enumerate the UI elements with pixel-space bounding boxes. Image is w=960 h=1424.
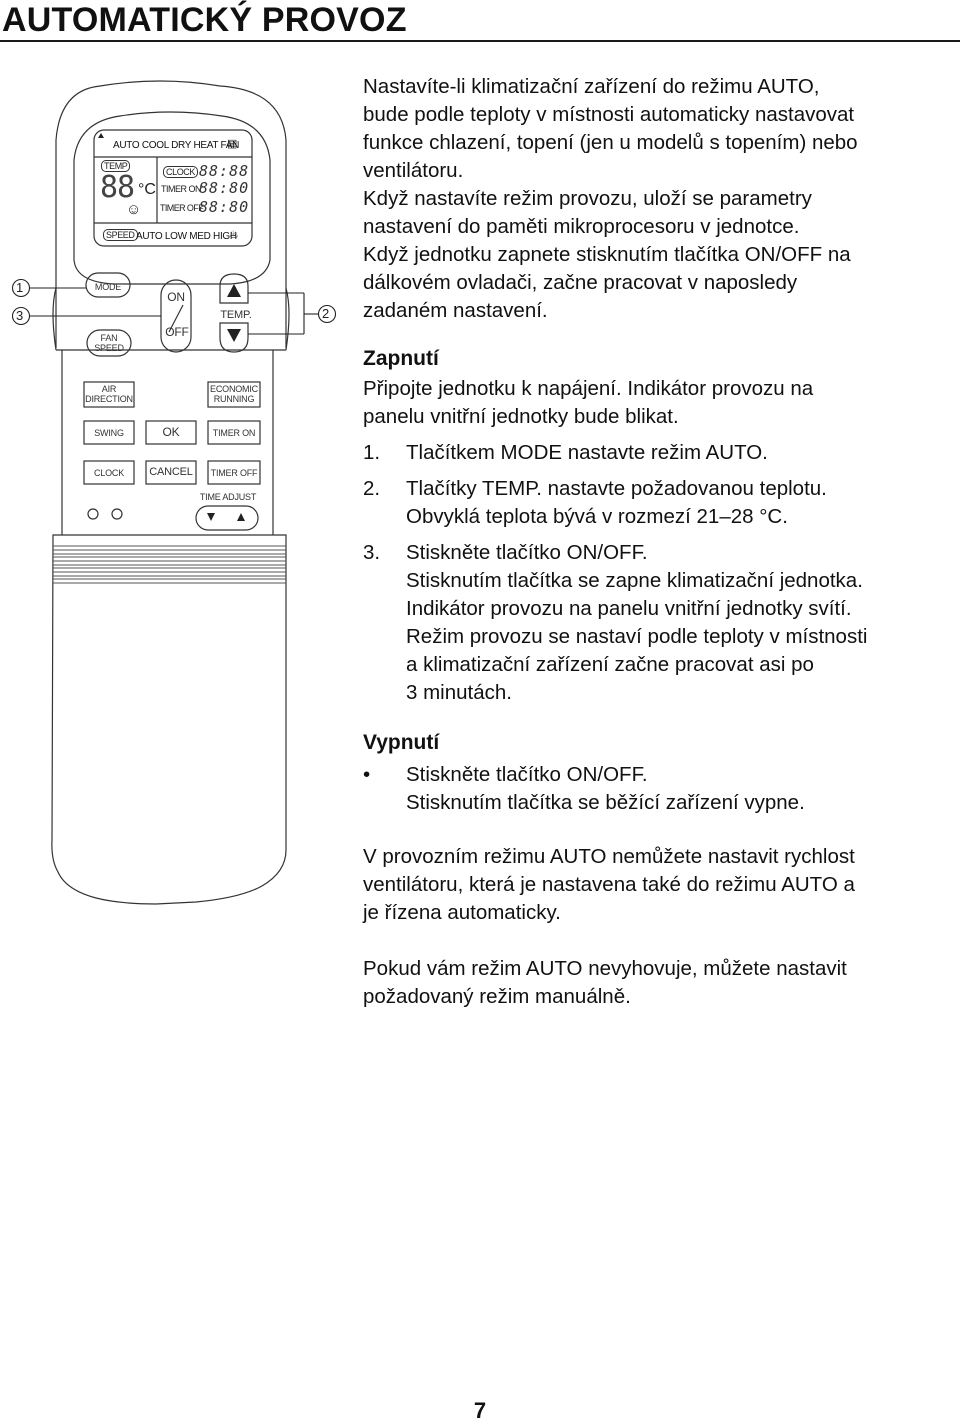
- instructions-column: Nastavíte-li klimatizační zařízení do re…: [363, 73, 958, 1011]
- economic-running-label-1: ECONOMIC: [210, 384, 258, 394]
- lcd-timer-on-digits: 88:80: [199, 179, 250, 197]
- page-number: 7: [473, 1398, 487, 1423]
- section-heading-on: Zapnutí: [363, 347, 439, 370]
- step-line: 3 minutách.: [406, 681, 512, 704]
- lcd-temp-digits: 88: [100, 170, 135, 205]
- off-list: • Stiskněte tlačítko ON/OFF. Stisknutím …: [363, 761, 958, 817]
- title-underline: [0, 40, 960, 42]
- intro-paragraph: Nastavíte-li klimatizační zařízení do re…: [363, 73, 958, 325]
- page-title: AUTOMATICKÝ PROVOZ: [2, 1, 407, 39]
- step-number: 3.: [363, 541, 381, 564]
- note-line: je řízena automaticky.: [363, 901, 561, 924]
- step-item: 3. Stiskněte tlačítko ON/OFF. Stisknutím…: [363, 539, 958, 707]
- intro-line: zadaném nastavení.: [363, 299, 548, 322]
- lead-line: panelu vnitřní jednotky bude blikat.: [363, 405, 679, 428]
- mode-button[interactable]: MODE: [86, 282, 130, 292]
- step-number: 1.: [363, 441, 381, 464]
- note-line: ventilátoru, která je nastavena také do …: [363, 873, 855, 896]
- note-line: Pokud vám režim AUTO nevyhovuje, můžete …: [363, 957, 847, 980]
- air-direction-label-2: DIRECTION: [85, 394, 133, 404]
- step-line: Obvyklá teplota bývá v rozmezí 21–28 °C.: [406, 505, 788, 528]
- step-line: a klimatizační zařízení začne pracovat a…: [406, 653, 814, 676]
- fan-speed-note: V provozním režimu AUTO nemůžete nastavi…: [363, 843, 958, 927]
- remote-control-illustration: AUTO COOL DRY HEAT FAN ▤ TEMP 88 °C ☺ CL…: [0, 60, 350, 1020]
- intro-line: nastavení do paměti mikroprocesoru v jed…: [363, 215, 800, 238]
- off-button[interactable]: OFF: [161, 326, 193, 338]
- lcd-speed-row: AUTO LOW MED HIGH: [136, 231, 237, 242]
- step-item: 1. Tlačítkem MODE nastavte režim AUTO.: [363, 439, 958, 467]
- lcd-temp-unit: °C: [138, 181, 156, 198]
- callout-3: 3: [16, 308, 24, 323]
- intro-line: ventilátoru.: [363, 159, 464, 182]
- swing-button[interactable]: SWING: [84, 428, 134, 438]
- intro-line: dálkovém ovladači, začne pracovat v napo…: [363, 271, 798, 294]
- lcd-clock-tag: CLOCK: [163, 166, 199, 178]
- cancel-button[interactable]: CANCEL: [146, 467, 196, 478]
- intro-line: Nastavíte-li klimatizační zařízení do re…: [363, 75, 820, 98]
- ok-button[interactable]: OK: [146, 426, 196, 438]
- temp-up-arrow-icon: [227, 284, 241, 297]
- on-button[interactable]: ON: [161, 291, 191, 303]
- lcd-mode-row: AUTO COOL DRY HEAT FAN: [113, 140, 240, 151]
- lcd-timer-off-digits: 88:80: [199, 198, 250, 216]
- air-direction-label-1: AIR: [101, 384, 117, 394]
- time-adjust-label: TIME ADJUST: [199, 492, 257, 502]
- lead-line: Připojte jednotku k napájení. Indikátor …: [363, 377, 814, 400]
- step-line: Tlačítkem MODE nastavte režim AUTO.: [406, 441, 768, 464]
- step-line: Stisknutím tlačítka se zapne klimatizačn…: [406, 569, 863, 592]
- lcd-timer-on-label: TIMER ON: [161, 184, 202, 194]
- time-down-arrow-icon: [207, 513, 215, 521]
- mode-pointer-icon: [98, 133, 104, 138]
- note-line: požadovaný režim manuálně.: [363, 985, 631, 1008]
- callout-2: 2: [322, 306, 330, 321]
- fan-speed-label-1: FAN: [100, 333, 118, 343]
- lcd-speed-tag: SPEED: [103, 229, 138, 241]
- step-line: Tlačítky TEMP. nastavte požadovanou tepl…: [406, 477, 827, 500]
- step-line: Stiskněte tlačítko ON/OFF.: [406, 541, 648, 564]
- step-number: 2.: [363, 477, 381, 500]
- intro-line: bude podle teploty v místnosti automatic…: [363, 103, 855, 126]
- intro-line: funkce chlazení, topení (jen u modelů s …: [363, 131, 858, 154]
- fan-speed-button[interactable]: FAN SPEED: [87, 333, 131, 353]
- timer-on-button[interactable]: TIMER ON: [208, 428, 260, 438]
- steps-list: 1. Tlačítkem MODE nastavte režim AUTO. 2…: [363, 439, 958, 707]
- note-line: V provozním režimu AUTO nemůžete nastavi…: [363, 845, 855, 868]
- lcd-clock-digits: 88:88: [199, 162, 250, 180]
- callout-1: 1: [16, 280, 24, 295]
- bullet-icon: •: [363, 763, 371, 786]
- off-line: Stiskněte tlačítko ON/OFF.: [406, 763, 648, 786]
- smiley-icon: ☺: [126, 201, 142, 218]
- clock-button[interactable]: CLOCK: [84, 468, 134, 478]
- air-direction-button[interactable]: AIR DIRECTION: [84, 384, 134, 404]
- economic-running-button[interactable]: ECONOMIC RUNNING: [208, 384, 260, 404]
- transmit-icon: ▤: [227, 138, 238, 150]
- off-item: • Stiskněte tlačítko ON/OFF. Stisknutím …: [363, 761, 958, 817]
- economic-running-label-2: RUNNING: [213, 394, 255, 404]
- step-item: 2. Tlačítky TEMP. nastavte požadovanou t…: [363, 475, 958, 531]
- step-line: Indikátor provozu na panelu vnitřní jedn…: [406, 597, 852, 620]
- step-line: Režim provozu se nastaví podle teploty v…: [406, 625, 868, 648]
- temp-down-arrow-icon: [227, 329, 241, 342]
- temp-label: TEMP.: [220, 309, 252, 321]
- intro-line: Když jednotku zapnete stisknutím tlačítk…: [363, 243, 851, 266]
- fan-icon: ♨: [229, 229, 239, 241]
- manual-mode-note: Pokud vám režim AUTO nevyhovuje, můžete …: [363, 955, 958, 1011]
- section-on-lead: Připojte jednotku k napájení. Indikátor …: [363, 375, 958, 431]
- timer-off-button[interactable]: TIMER OFF: [208, 468, 260, 478]
- section-heading-off: Vypnutí: [363, 731, 440, 754]
- off-line: Stisknutím tlačítka se běžící zařízení v…: [406, 791, 805, 814]
- intro-line: Když nastavíte režim provozu, uloží se p…: [363, 187, 812, 210]
- fan-speed-label-2: SPEED: [94, 343, 124, 353]
- time-up-arrow-icon: [237, 513, 245, 521]
- lcd-timer-off-label: TIMER OFF: [160, 203, 204, 213]
